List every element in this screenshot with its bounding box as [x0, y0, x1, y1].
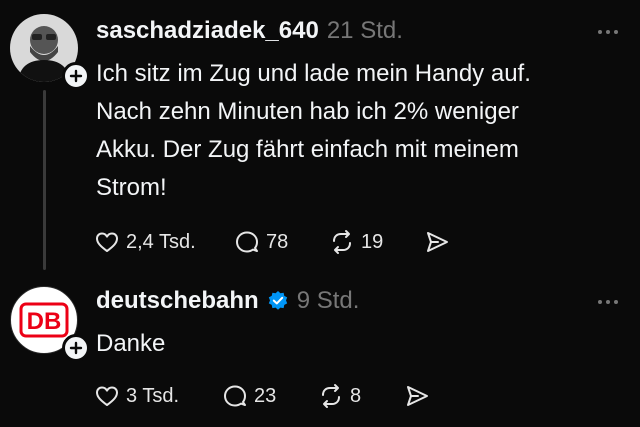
svg-text:DB: DB — [27, 308, 62, 335]
like-button[interactable]: 2,4 Tsd. — [94, 229, 234, 255]
reply-button[interactable]: 78 — [234, 229, 329, 255]
heart-icon — [96, 386, 118, 406]
share-icon — [407, 386, 428, 406]
username[interactable]: saschadziadek_640 — [96, 16, 319, 46]
reply-button[interactable]: 23 — [222, 383, 318, 409]
like-count: 2,4 Tsd. — [126, 230, 196, 253]
post-text: Ich sitz im Zug und lade mein Handy auf.… — [96, 60, 531, 201]
repost-icon — [322, 384, 340, 408]
reply-count: 23 — [254, 384, 277, 407]
comment-icon — [236, 231, 258, 253]
heart-icon — [96, 232, 118, 252]
repost-count: 8 — [350, 384, 362, 407]
username[interactable]: deutschebahn — [96, 286, 259, 316]
repost-icon — [333, 230, 351, 254]
post-2-avatar-wrap: DB — [10, 286, 90, 362]
thread: saschadziadek_640 21 Std. Ich sitz im Zu… — [0, 0, 640, 427]
timestamp: 9 Std. — [296, 287, 360, 314]
post-2-actions: 3 Tsd. 23 8 — [94, 383, 430, 409]
like-count: 3 Tsd. — [126, 384, 179, 407]
plus-icon — [69, 69, 83, 83]
reply-count: 78 — [266, 230, 289, 253]
thread-connector-line — [43, 90, 46, 270]
repost-count: 19 — [361, 230, 384, 253]
verified-badge-icon — [268, 291, 287, 310]
post-text: Danke — [96, 330, 166, 357]
repost-button[interactable]: 8 — [318, 383, 404, 409]
repost-button[interactable]: 19 — [329, 229, 424, 255]
post-1-actions: 2,4 Tsd. 78 19 — [94, 229, 450, 255]
plus-icon — [69, 341, 83, 355]
share-button[interactable] — [424, 229, 450, 255]
like-button[interactable]: 3 Tsd. — [94, 383, 222, 409]
post-1-avatar-wrap — [10, 14, 90, 90]
follow-button[interactable] — [62, 62, 90, 90]
share-icon — [427, 232, 448, 252]
more-options-icon[interactable] — [598, 30, 618, 34]
share-button[interactable] — [404, 383, 430, 409]
post-1-header: saschadziadek_640 21 Std. — [96, 16, 403, 46]
comment-icon — [224, 385, 246, 407]
post-2-header: deutschebahn 9 Std. — [96, 286, 359, 316]
follow-button[interactable] — [62, 334, 90, 362]
timestamp: 21 Std. — [326, 17, 403, 44]
more-options-icon[interactable] — [598, 300, 618, 304]
